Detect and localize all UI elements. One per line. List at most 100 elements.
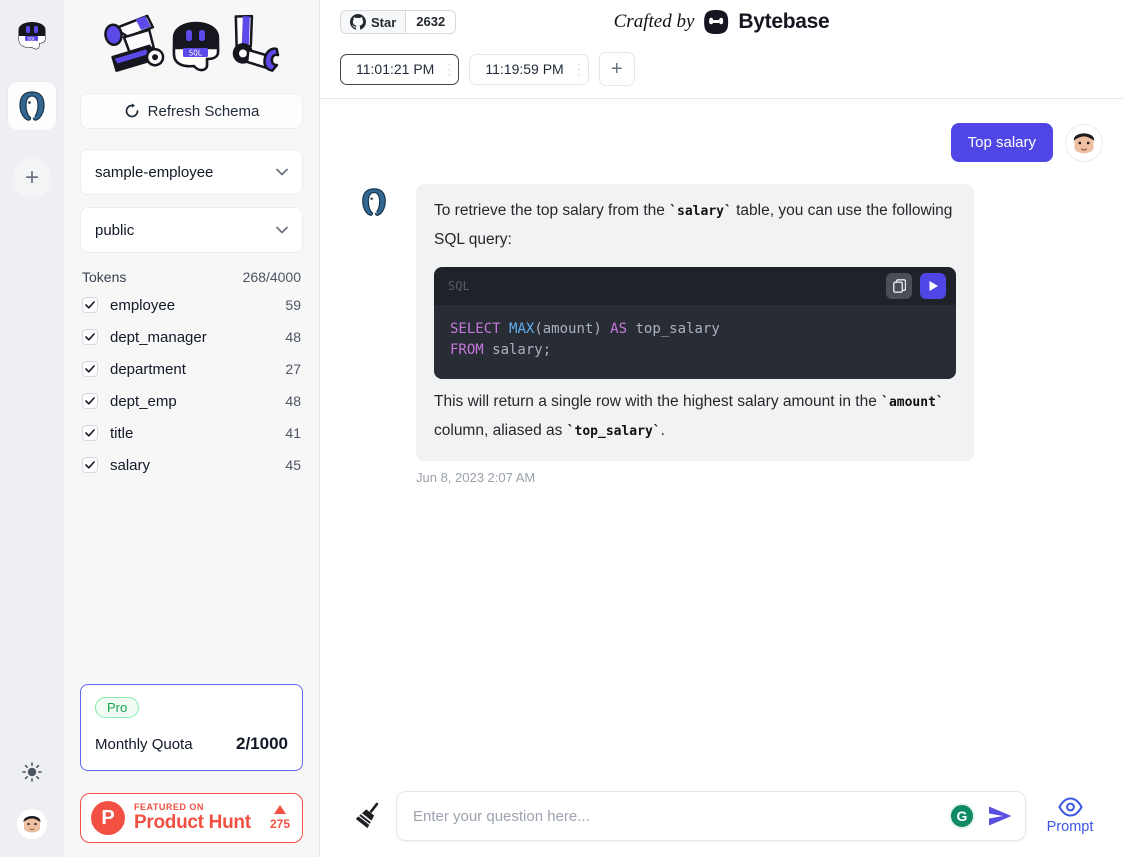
bytebase-logo-icon (702, 8, 730, 36)
question-input[interactable] (397, 792, 949, 840)
tab-label: 11:01:21 PM (356, 61, 434, 77)
github-icon (350, 14, 366, 30)
schema-select[interactable]: public (80, 207, 303, 253)
product-hunt-name: Product Hunt (134, 812, 261, 834)
code-line-1: SELECT MAX(amount) AS top_salary (450, 321, 720, 337)
crafted-by-brand[interactable]: Crafted by Bytebase (614, 8, 830, 36)
tab-conversation-1[interactable]: 11:01:21 PM ⋮ (340, 54, 459, 85)
postgresql-icon (358, 186, 390, 218)
table-row: title 41 (80, 417, 303, 449)
run-query-button[interactable] (920, 273, 946, 299)
assistant-message-row: To retrieve the top salary from the `sal… (320, 184, 1123, 461)
tokens-summary: Tokens 268/4000 (82, 269, 301, 285)
prompt-button[interactable]: Prompt (1026, 797, 1114, 835)
table-row: dept_manager48 (80, 321, 303, 353)
user-message-bubble: Top salary (951, 123, 1053, 162)
send-button[interactable] (985, 802, 1015, 830)
table-token-count: 59 (285, 297, 301, 313)
table-name: employee (110, 297, 175, 314)
table-token-count: 45 (285, 457, 301, 473)
table-name: title (110, 425, 133, 442)
code-block-header: SQL (434, 267, 956, 305)
table-list: employee 59 dept_manager48 department 27 dept… (80, 289, 303, 481)
pro-badge: Pro (95, 697, 139, 718)
product-hunt-votes: 275 (270, 805, 290, 831)
message-timestamp: Jun 8, 2023 2:07 AM (416, 470, 1123, 485)
connection-postgresql[interactable] (8, 82, 56, 130)
upvote-count: 275 (270, 817, 290, 831)
plus-icon: + (611, 58, 623, 81)
bytebase-wordmark: Bytebase (738, 10, 829, 34)
conversation-tabs: 11:01:21 PM ⋮ 11:19:59 PM ⋮ + (320, 44, 1123, 99)
clear-conversation-button[interactable] (356, 799, 382, 834)
chevron-down-icon (276, 226, 288, 234)
assistant-message-bubble: To retrieve the top salary from the `sal… (416, 184, 974, 461)
add-connection-button[interactable]: + (12, 158, 52, 198)
tab-label: 11:19:59 PM (485, 61, 563, 77)
postgresql-icon (15, 89, 49, 123)
table-checkbox[interactable] (82, 393, 98, 409)
grammarly-icon: G (949, 803, 975, 829)
refresh-schema-button[interactable]: Refresh Schema (80, 93, 303, 129)
tab-conversation-2[interactable]: 11:19:59 PM ⋮ (469, 54, 588, 85)
table-name: dept_emp (110, 393, 177, 410)
play-icon (928, 280, 939, 292)
new-conversation-button[interactable]: + (599, 52, 635, 86)
copy-code-button[interactable] (886, 273, 912, 299)
sql-code-block: SQL (434, 267, 956, 379)
quota-value: 2/1000 (236, 734, 288, 754)
user-face-icon (17, 809, 47, 839)
table-token-count: 41 (285, 425, 301, 441)
assistant-paragraph-1: To retrieve the top salary from the `sal… (434, 197, 956, 254)
code-language-label: SQL (448, 272, 470, 300)
sql-code: SELECT MAX(amount) AS top_salary FROM sa… (434, 305, 956, 379)
table-checkbox[interactable] (82, 329, 98, 345)
database-select[interactable]: sample-employee (80, 149, 303, 195)
table-row: dept_emp48 (80, 385, 303, 417)
crafted-by-text: Crafted by (614, 11, 695, 33)
table-row: salary 45 (80, 449, 303, 481)
product-hunt-badge[interactable]: P FEATURED ON Product Hunt 275 (80, 793, 303, 843)
inline-code: `top_salary` (567, 424, 661, 439)
refresh-schema-label: Refresh Schema (148, 103, 260, 120)
tokens-label: Tokens (82, 269, 126, 285)
table-checkbox[interactable] (82, 457, 98, 473)
table-name: dept_manager (110, 329, 207, 346)
theme-toggle-button[interactable] (22, 762, 42, 787)
table-checkbox[interactable] (82, 425, 98, 441)
table-name: salary (110, 457, 150, 474)
table-row: department 27 (80, 353, 303, 385)
prompt-label: Prompt (1047, 819, 1094, 835)
bot-icon: SQL (15, 15, 49, 51)
svg-text:SQL: SQL (188, 49, 202, 58)
kebab-menu-icon[interactable]: ⋮ (572, 61, 582, 78)
inline-code: `amount` (881, 395, 944, 410)
table-token-count: 27 (285, 361, 301, 377)
assistant-avatar (358, 186, 390, 218)
refresh-icon (124, 103, 140, 119)
sun-icon (22, 762, 42, 782)
send-icon (987, 804, 1013, 828)
table-checkbox[interactable] (82, 361, 98, 377)
kebab-menu-icon[interactable]: ⋮ (442, 61, 452, 78)
chevron-down-icon (276, 168, 288, 176)
plus-icon: + (25, 164, 39, 192)
user-avatar (1065, 124, 1103, 162)
question-input-container: G (396, 791, 1026, 841)
star-count: 2632 (406, 10, 456, 34)
svg-text:SQL: SQL (27, 37, 35, 43)
inline-code: `salary` (669, 204, 732, 219)
github-star-button[interactable]: Star 2632 (340, 10, 456, 34)
table-row: employee 59 (80, 289, 303, 321)
product-hunt-icon: P (91, 801, 125, 835)
tokens-value: 268/4000 (243, 269, 301, 285)
assistant-paragraph-2: This will return a single row with the h… (434, 388, 956, 446)
schema-select-value: public (95, 222, 134, 239)
table-checkbox[interactable] (82, 297, 98, 313)
eye-icon (1058, 797, 1083, 817)
star-label: Star (371, 15, 396, 30)
sqlchat-bot-avatar[interactable]: SQL (13, 14, 51, 52)
account-avatar[interactable] (17, 809, 47, 839)
upvote-icon (274, 805, 286, 814)
table-name: department (110, 361, 186, 378)
